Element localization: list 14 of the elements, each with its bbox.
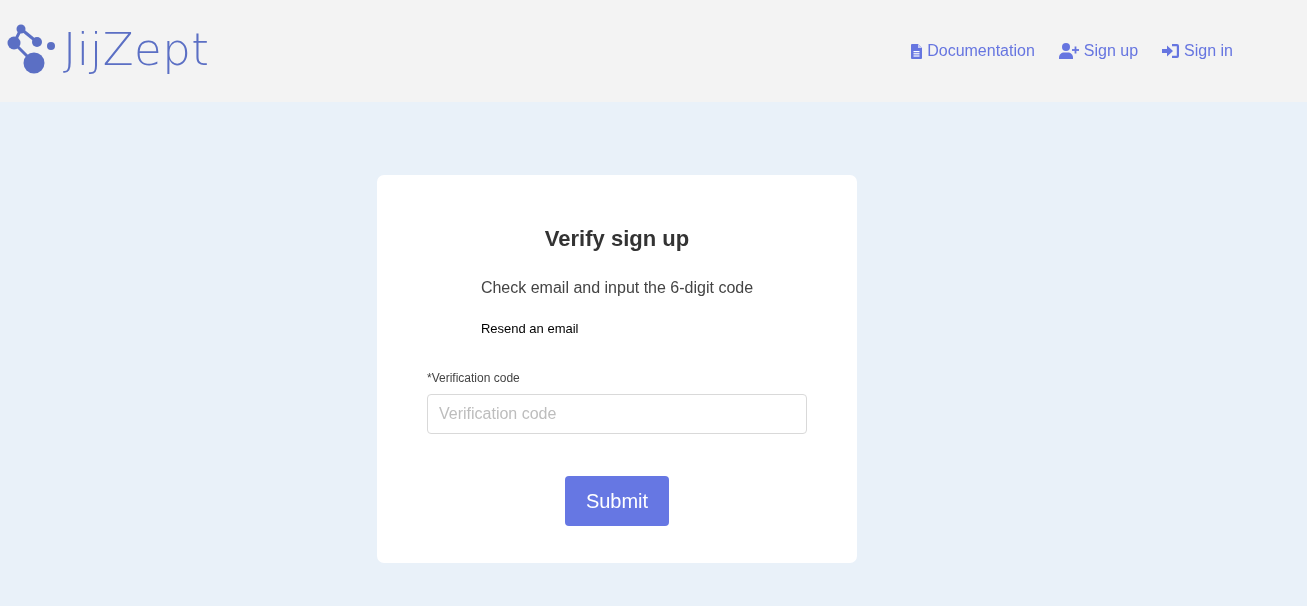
sign-up-link[interactable]: Sign up [1058, 41, 1139, 61]
molecule-icon [7, 24, 55, 74]
brand-logo[interactable]: JijZept [7, 24, 210, 78]
verification-code-field[interactable]: Verification code [427, 394, 807, 434]
documentation-link[interactable]: Documentation [911, 41, 1035, 61]
sign-in-icon [1162, 44, 1180, 58]
field-label: *Verification code [427, 370, 520, 386]
submit-button[interactable]: Submit [565, 476, 669, 526]
user-plus-icon [1058, 43, 1079, 59]
card-title: Verify sign up [544, 225, 690, 253]
document-icon [911, 43, 923, 59]
instruction-text: Check email and input the 6-digit code [480, 278, 754, 298]
sign-in-link[interactable]: Sign in [1162, 41, 1233, 61]
resend-email-link[interactable]: Resend an email [480, 320, 579, 338]
